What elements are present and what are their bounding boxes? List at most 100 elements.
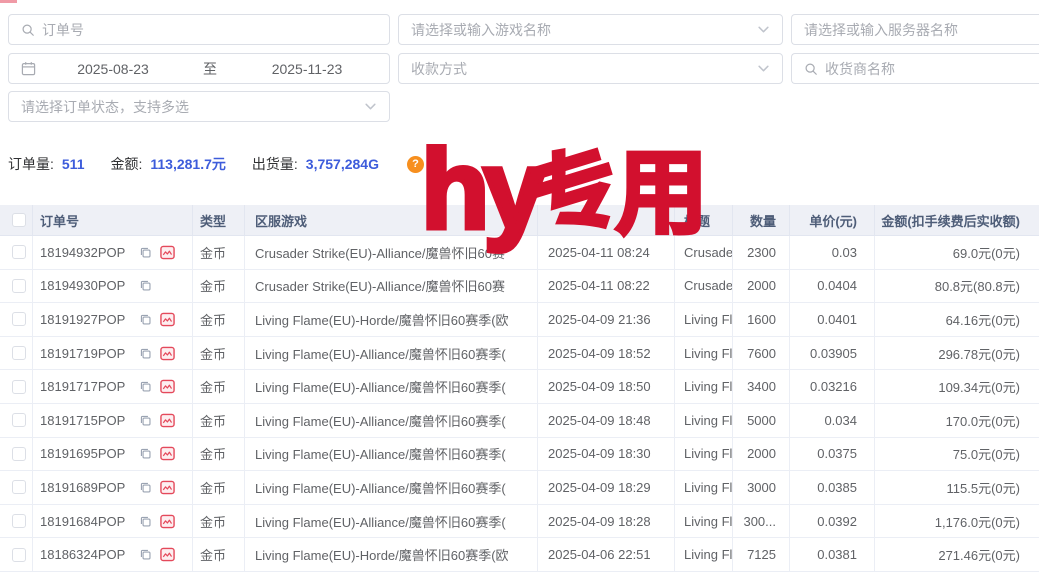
quantity: 2300 [733, 236, 790, 269]
header-qty: 数量 [733, 205, 790, 235]
server-game: Living Flame(EU)-Alliance/魔兽怀旧60赛季( [245, 471, 538, 504]
row-checkbox[interactable] [12, 480, 26, 494]
merchant-name-input[interactable] [825, 61, 1039, 77]
image-attachment-icon[interactable] [160, 346, 175, 361]
order-time: 2025-04-09 18:50 [538, 370, 675, 403]
merchant-name-search-field[interactable] [791, 53, 1039, 84]
payment-method-select[interactable]: 收款方式 [398, 53, 783, 84]
order-count-value: 511 [62, 156, 85, 172]
unit-price: 0.0404 [790, 270, 875, 303]
help-icon[interactable]: ? [407, 156, 424, 173]
copy-icon[interactable] [139, 380, 152, 393]
quantity: 3400 [733, 370, 790, 403]
amount: 64.16元(0元) [875, 303, 1039, 336]
order-time: 2025-04-09 18:30 [538, 438, 675, 471]
date-start-value[interactable]: 2025-08-23 [43, 61, 183, 77]
row-checkbox[interactable] [12, 312, 26, 326]
order-number: 18191684POP [40, 514, 125, 529]
order-type: 金币 [193, 337, 245, 370]
order-count-label: 订单量: [8, 154, 54, 174]
image-attachment-icon[interactable] [160, 480, 175, 495]
order-type: 金币 [193, 505, 245, 538]
orders-table: 订单号 类型 区服游戏 标题 数量 单价(元) 金额(扣手续费后实收额) 181… [0, 205, 1039, 572]
order-number-cell: 18191717POP [33, 370, 193, 403]
order-status-multiselect[interactable]: 请选择订单状态，支持多选 [8, 91, 390, 122]
order-time: 2025-04-09 18:28 [538, 505, 675, 538]
order-number: 18191695POP [40, 446, 125, 461]
row-checkbox[interactable] [12, 346, 26, 360]
table-row: 18191695POP金币Living Flame(EU)-Alliance/魔… [0, 438, 1039, 472]
copy-icon[interactable] [139, 313, 152, 326]
table-row: 18191715POP金币Living Flame(EU)-Alliance/魔… [0, 404, 1039, 438]
order-time: 2025-04-09 18:48 [538, 404, 675, 437]
image-attachment-icon[interactable] [160, 446, 175, 461]
copy-icon[interactable] [139, 347, 152, 360]
search-icon [804, 62, 818, 76]
image-attachment-icon[interactable] [160, 547, 175, 562]
copy-icon[interactable] [139, 246, 152, 259]
table-row: 18191927POP金币Living Flame(EU)-Horde/魔兽怀旧… [0, 303, 1039, 337]
date-end-value[interactable]: 2025-11-23 [237, 61, 377, 77]
row-checkbox[interactable] [12, 514, 26, 528]
unit-price: 0.03216 [790, 370, 875, 403]
order-number: 18186324POP [40, 547, 125, 562]
copy-icon[interactable] [139, 414, 152, 427]
row-checkbox-cell [0, 270, 33, 303]
order-title: Crusader Str [675, 236, 733, 269]
order-number: 18194930POP [40, 278, 125, 293]
copy-icon[interactable] [139, 548, 152, 561]
row-checkbox[interactable] [12, 413, 26, 427]
row-checkbox[interactable] [12, 245, 26, 259]
header-time [538, 205, 675, 235]
row-checkbox[interactable] [12, 380, 26, 394]
quantity: 300... [733, 505, 790, 538]
order-number: 18194932POP [40, 245, 125, 260]
server-game: Living Flame(EU)-Horde/魔兽怀旧60赛季(欧 [245, 303, 538, 336]
game-select-placeholder: 请选择或输入游戏名称 [411, 20, 551, 40]
stat-order-count: 订单量: 511 [8, 154, 84, 174]
image-attachment-icon[interactable] [160, 245, 175, 260]
image-attachment-icon[interactable] [160, 514, 175, 529]
server-name-field[interactable] [791, 14, 1039, 45]
copy-icon[interactable] [139, 447, 152, 460]
header-price: 单价(元) [790, 205, 875, 235]
order-time: 2025-04-09 18:29 [538, 471, 675, 504]
unit-price: 0.0392 [790, 505, 875, 538]
row-checkbox[interactable] [12, 447, 26, 461]
table-row: 18191689POP金币Living Flame(EU)-Alliance/魔… [0, 471, 1039, 505]
unit-price: 0.03 [790, 236, 875, 269]
order-number: 18191927POP [40, 312, 125, 327]
table-body: 18194932POP 金币 Crusader Strike(EU)-Allianc… [0, 236, 1039, 572]
server-game: Crusader Strike(EU)-Alliance/魔兽怀旧60赛 [245, 270, 538, 303]
row-checkbox[interactable] [12, 279, 26, 293]
order-number-search-field[interactable] [8, 14, 390, 45]
order-time: 2025-04-11 08:22 [538, 270, 675, 303]
order-number-input[interactable] [42, 22, 377, 38]
image-attachment-icon[interactable] [160, 413, 175, 428]
server-game: Living Flame(EU)-Alliance/魔兽怀旧60赛季( [245, 438, 538, 471]
order-title: Living Flame [675, 505, 733, 538]
table-row: 18186324POP金币Living Flame(EU)-Horde/魔兽怀旧… [0, 538, 1039, 572]
server-name-input[interactable] [804, 22, 1039, 38]
quantity: 2000 [733, 438, 790, 471]
header-amount: 金额(扣手续费后实收额) [875, 205, 1039, 235]
image-attachment-icon[interactable] [160, 312, 175, 327]
row-checkbox[interactable] [12, 548, 26, 562]
copy-icon[interactable] [139, 279, 152, 292]
server-game: Crusader Strike(EU)-Alliance/魔兽怀旧60赛 [245, 236, 538, 269]
copy-icon[interactable] [139, 515, 152, 528]
amount: 69.0元(0元) [875, 236, 1039, 269]
table-row: 18191717POP金币Living Flame(EU)-Alliance/魔… [0, 370, 1039, 404]
row-checkbox-cell [0, 471, 33, 504]
select-all-checkbox[interactable] [12, 213, 26, 227]
image-attachment-icon[interactable] [160, 379, 175, 394]
order-number-cell: 18191684POP [33, 505, 193, 538]
shipment-value: 3,757,284G [306, 156, 379, 172]
row-checkbox-cell [0, 505, 33, 538]
game-name-select[interactable]: 请选择或输入游戏名称 [398, 14, 783, 45]
date-range-picker[interactable]: 2025-08-23 至 2025-11-23 [8, 53, 390, 84]
summary-stats-bar: 订单量: 511 金额: 113,281.7元 出货量: 3,757,284G … [8, 154, 424, 174]
unit-price: 0.0375 [790, 438, 875, 471]
server-game: Living Flame(EU)-Alliance/魔兽怀旧60赛季( [245, 404, 538, 437]
copy-icon[interactable] [139, 481, 152, 494]
